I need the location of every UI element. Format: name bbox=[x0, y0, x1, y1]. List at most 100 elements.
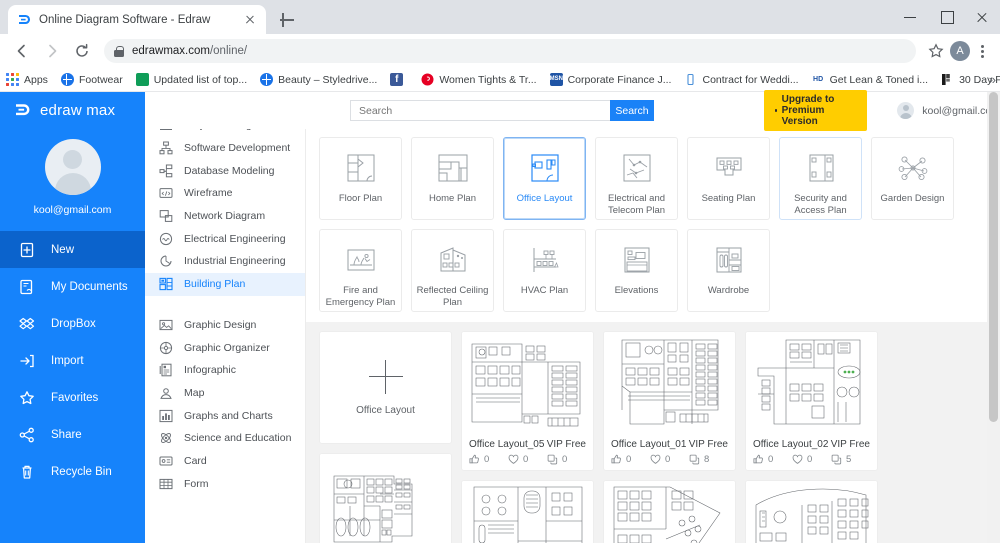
category-card[interactable]: Card bbox=[145, 450, 305, 473]
avatar[interactable] bbox=[44, 139, 101, 195]
chrome-menu-icon[interactable] bbox=[972, 39, 992, 63]
favorite-stat[interactable]: 0 bbox=[650, 454, 689, 465]
bookmark-star-icon[interactable] bbox=[924, 39, 948, 63]
sidebar-item-import[interactable]: Import bbox=[0, 342, 145, 379]
new-tab-button[interactable] bbox=[276, 9, 298, 31]
bookmark-facebook[interactable]: f bbox=[390, 73, 408, 86]
minimize-button[interactable] bbox=[892, 0, 928, 34]
maximize-button[interactable] bbox=[928, 0, 964, 34]
hvac-plan-icon bbox=[525, 243, 565, 279]
template-card-office-layout-02[interactable]: Office Layout_02 VIP Free 0 0 5 bbox=[745, 331, 878, 471]
copy-stat[interactable]: 8 bbox=[689, 454, 728, 465]
upgrade-premium-button[interactable]: Upgrade to Premium Version bbox=[764, 90, 868, 131]
template-card-extra-1[interactable] bbox=[461, 480, 594, 543]
type-card-garden-design[interactable]: Garden Design bbox=[871, 137, 954, 220]
category-electrical-engineering[interactable]: Electrical Engineering bbox=[145, 227, 305, 250]
window-close-button[interactable] bbox=[964, 0, 1000, 34]
type-card-wardrobe[interactable]: Wardrobe bbox=[687, 229, 770, 312]
like-count: 0 bbox=[484, 454, 490, 465]
category-software-development[interactable]: Software Development bbox=[145, 137, 305, 160]
reload-icon[interactable] bbox=[68, 37, 96, 65]
category-map[interactable]: Map bbox=[145, 382, 305, 405]
copy-stat[interactable]: 5 bbox=[831, 454, 870, 465]
type-label: Seating Plan bbox=[701, 193, 756, 204]
type-card-seating-plan[interactable]: Seating Plan bbox=[687, 137, 770, 220]
type-label: Office Layout bbox=[516, 193, 573, 204]
bookmark-get-lean[interactable]: HD Get Lean & Toned i... bbox=[812, 73, 928, 86]
bookmark-apps[interactable]: Apps bbox=[6, 73, 48, 86]
app-logo[interactable]: edraw max bbox=[0, 92, 145, 129]
sidebar-item-recycle-bin[interactable]: Recycle Bin bbox=[0, 453, 145, 490]
like-stat[interactable]: 0 bbox=[469, 454, 508, 465]
type-card-electrical-telecom-plan[interactable]: Electrical and Telecom Plan bbox=[595, 137, 678, 220]
sidebar-item-favorites[interactable]: Favorites bbox=[0, 379, 145, 416]
close-icon[interactable] bbox=[242, 12, 258, 28]
elevations-icon bbox=[617, 243, 657, 279]
sidebar-item-new[interactable]: New bbox=[0, 231, 145, 268]
category-graphs-and-charts[interactable]: Graphs and Charts bbox=[145, 404, 305, 427]
heart-icon bbox=[508, 454, 519, 464]
copy-count: 5 bbox=[846, 454, 852, 465]
category-form[interactable]: Form bbox=[145, 472, 305, 495]
category-graphic-design[interactable]: Graphic Design bbox=[145, 314, 305, 337]
category-infographic[interactable]: Infographic bbox=[145, 359, 305, 382]
type-card-fire-emergency-plan[interactable]: Fire and Emergency Plan bbox=[319, 229, 402, 312]
type-card-elevations[interactable]: Elevations bbox=[595, 229, 678, 312]
bookmark-footwear[interactable]: Footwear bbox=[60, 73, 123, 86]
bookmarks-overflow-icon[interactable]: » bbox=[989, 72, 996, 87]
template-card-extra-2[interactable] bbox=[603, 480, 736, 543]
bookmark-updated-list[interactable]: Updated list of top... bbox=[135, 73, 247, 86]
bookmark-corporate-finance[interactable]: MSN Corporate Finance J... bbox=[549, 73, 671, 86]
bookmark-contract-wedding[interactable]: Contract for Weddi... bbox=[684, 73, 799, 86]
category-science-and-education[interactable]: Science and Education bbox=[145, 427, 305, 450]
vertical-scrollbar[interactable] bbox=[987, 92, 1000, 543]
template-thumbnail bbox=[462, 332, 593, 435]
category-database-modeling[interactable]: Database Modeling bbox=[145, 159, 305, 182]
type-card-home-plan[interactable]: Home Plan bbox=[411, 137, 494, 220]
forward-icon[interactable] bbox=[38, 37, 66, 65]
diagram-type-panel: Floor Plan Home Plan Office Layout Elect… bbox=[305, 129, 1000, 322]
copy-stat[interactable]: 0 bbox=[547, 454, 586, 465]
bookmark-women-tights[interactable]: Women Tights & Tr... bbox=[421, 73, 537, 86]
template-card-extra-3[interactable] bbox=[745, 480, 878, 543]
sidebar-item-share[interactable]: Share bbox=[0, 416, 145, 453]
copy-icon bbox=[831, 454, 842, 465]
category-building-plan[interactable]: Building Plan bbox=[145, 272, 305, 296]
sidebar-item-dropbox[interactable]: DropBox bbox=[0, 305, 145, 342]
back-icon[interactable] bbox=[8, 37, 36, 65]
sidebar-item-my-documents[interactable]: My Documents bbox=[0, 268, 145, 305]
chrome-profile-avatar[interactable]: A bbox=[950, 41, 970, 61]
template-card-office-layout-05[interactable]: Office Layout_05 VIP Free 0 0 0 bbox=[461, 331, 594, 471]
scrollbar-thumb[interactable] bbox=[989, 92, 998, 422]
wardrobe-icon bbox=[709, 243, 749, 279]
search-input[interactable] bbox=[350, 100, 610, 121]
type-label: Home Plan bbox=[429, 193, 476, 204]
template-meta: Office Layout_02 VIP Free 0 0 5 bbox=[746, 435, 877, 470]
template-card-office-layout-01[interactable]: Office Layout_01 VIP Free 0 0 8 bbox=[603, 331, 736, 471]
account-menu[interactable]: kool@gmail.com bbox=[897, 102, 1000, 119]
type-card-reflected-ceiling-plan[interactable]: Reflected Ceiling Plan bbox=[411, 229, 494, 312]
bookmark-beauty[interactable]: Beauty – Styledrive... bbox=[260, 73, 377, 86]
search-button[interactable]: Search bbox=[610, 100, 654, 121]
favorite-stat[interactable]: 0 bbox=[508, 454, 547, 465]
like-stat[interactable]: 0 bbox=[611, 454, 650, 465]
category-graphic-organizer[interactable]: Graphic Organizer bbox=[145, 336, 305, 359]
share-icon bbox=[19, 427, 35, 443]
template-card-office-layout-03[interactable]: Office Layout_03 VIP Free bbox=[319, 453, 452, 543]
address-bar[interactable]: edrawmax.com/online/ bbox=[104, 39, 916, 63]
new-office-layout-card[interactable]: Office Layout bbox=[319, 331, 452, 444]
type-card-hvac-plan[interactable]: HVAC Plan bbox=[503, 229, 586, 312]
category-network-diagram[interactable]: Network Diagram bbox=[145, 205, 305, 228]
seating-plan-icon bbox=[709, 151, 749, 187]
bar-chart-icon bbox=[159, 409, 173, 423]
copy-icon bbox=[689, 454, 700, 465]
type-card-security-access-plan[interactable]: Security and Access Plan bbox=[779, 137, 862, 220]
type-card-office-layout[interactable]: Office Layout bbox=[503, 137, 586, 220]
category-wireframe[interactable]: Wireframe bbox=[145, 182, 305, 205]
like-stat[interactable]: 0 bbox=[753, 454, 792, 465]
category-industrial-engineering[interactable]: Industrial Engineering bbox=[145, 250, 305, 273]
browser-tab[interactable]: Online Diagram Software - Edraw bbox=[8, 5, 266, 34]
favorite-stat[interactable]: 0 bbox=[792, 454, 831, 465]
category-label: Building Plan bbox=[184, 278, 246, 291]
type-card-floor-plan[interactable]: Floor Plan bbox=[319, 137, 402, 220]
